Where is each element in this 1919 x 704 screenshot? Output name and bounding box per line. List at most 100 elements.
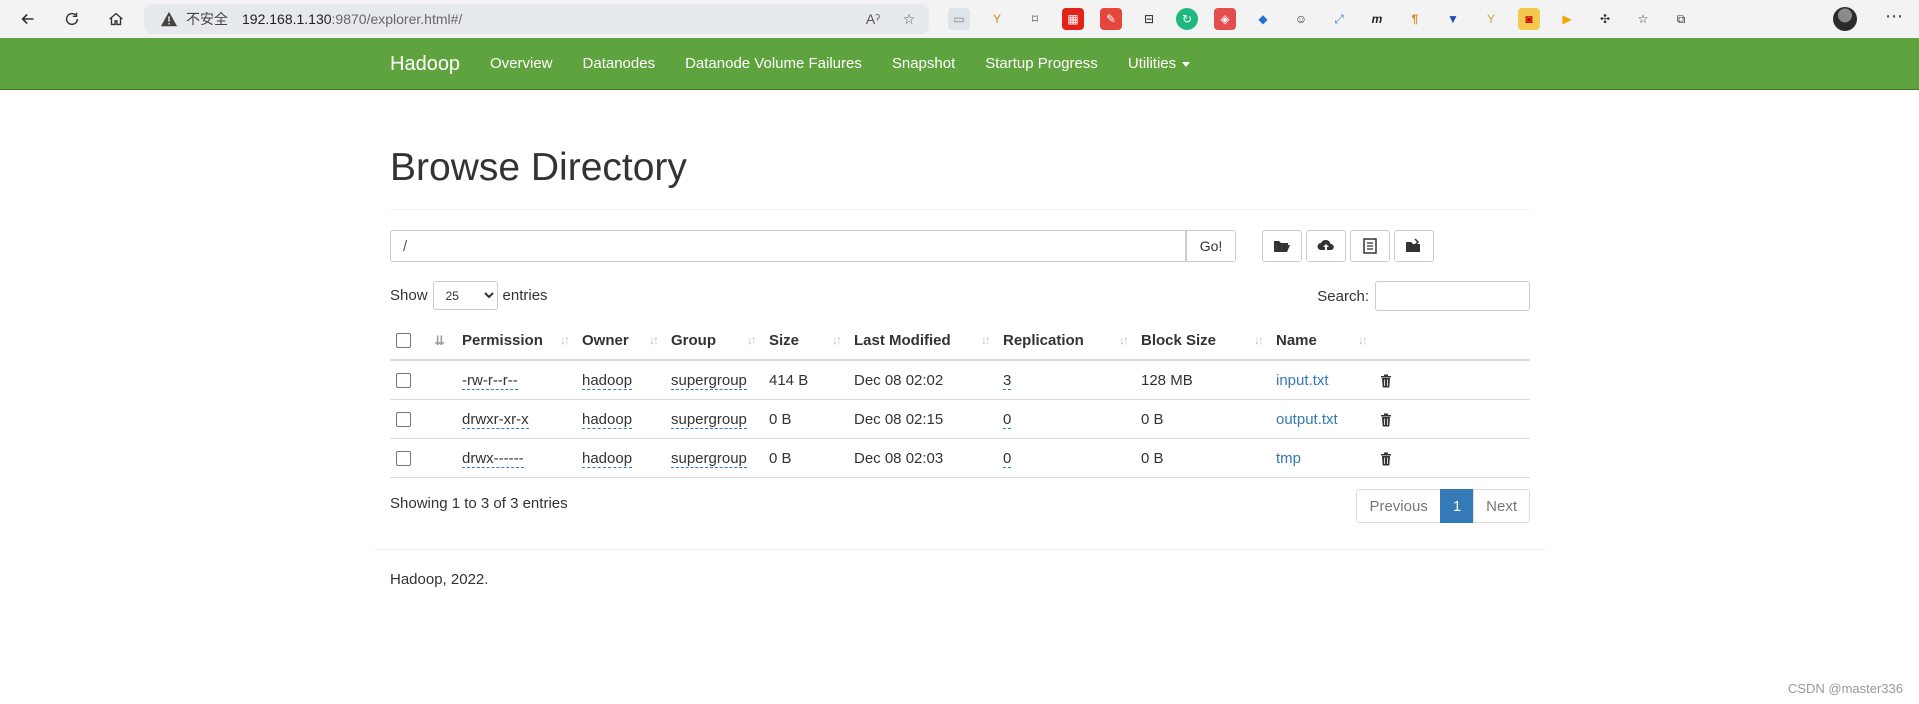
replication-value[interactable]: 3 (1003, 371, 1012, 390)
page-size-control: Show 25 entries (390, 281, 548, 310)
cut-paste-button[interactable] (1350, 230, 1390, 262)
extension-play-icon[interactable]: ▶ (1556, 8, 1578, 30)
sort-amount-icon: ⇊ (434, 332, 445, 348)
page-1-button[interactable]: 1 (1439, 489, 1475, 523)
empty-cell (428, 360, 456, 400)
cell-permission: drwxr-xr-x (456, 399, 576, 439)
cell-owner: hadoop (576, 438, 665, 478)
nav-overview[interactable]: Overview (490, 55, 553, 72)
back-icon[interactable] (14, 5, 42, 33)
extension-broom-icon[interactable]: ⤢ (1328, 8, 1350, 30)
owner-value[interactable]: hadoop (582, 371, 633, 390)
extension-cube-icon[interactable]: ◈ (1214, 8, 1236, 30)
extension-green-icon[interactable]: ↻ (1176, 8, 1198, 30)
add-favorite-icon[interactable]: ☆ (899, 9, 919, 29)
cell-replication: 0 (997, 399, 1135, 439)
row-checkbox[interactable] (396, 451, 411, 467)
profile-avatar[interactable] (1833, 7, 1857, 31)
file-name-link[interactable]: output.txt (1276, 411, 1338, 428)
brand-link[interactable]: Hadoop (390, 53, 460, 76)
header-size[interactable]: Size ↓↑ (763, 321, 848, 361)
extension-funnel-icon[interactable]: ▼ (1442, 8, 1464, 30)
cell-group: supergroup (665, 360, 763, 400)
sort-icon: ↓↑ (1119, 333, 1129, 347)
header-last-modified[interactable]: Last Modified ↓↑ (848, 321, 997, 361)
trash-icon[interactable] (1380, 374, 1392, 388)
cell-owner: hadoop (576, 360, 665, 400)
header-group[interactable]: Group ↓↑ (665, 321, 763, 361)
table-row: drwx------ hadoop supergroup 0 B Dec 08 … (390, 438, 1530, 478)
header-permission[interactable]: Permission ↓↑ (456, 321, 576, 361)
row-checkbox-cell (390, 399, 428, 439)
nav-datanodes[interactable]: Datanodes (583, 55, 656, 72)
extension-face-icon[interactable]: ☺ (1290, 8, 1312, 30)
extension-folder-icon[interactable]: ▭ (948, 8, 970, 30)
extension-pilcrow-icon[interactable]: ¶ (1404, 8, 1426, 30)
extension-y-icon[interactable]: Y (986, 8, 1008, 30)
extension-red-icon[interactable]: ▦ (1062, 8, 1084, 30)
header-block-size[interactable]: Block Size ↓↑ (1135, 321, 1270, 361)
header-owner[interactable]: Owner ↓↑ (576, 321, 665, 361)
search-input[interactable] (1375, 281, 1530, 311)
extension-m-icon[interactable]: m (1366, 8, 1388, 30)
file-name-link[interactable]: tmp (1276, 450, 1301, 467)
divider (390, 209, 1530, 210)
extension-y2-icon[interactable]: Y (1480, 8, 1502, 30)
go-button[interactable]: Go! (1186, 230, 1236, 262)
header-name[interactable]: Name ↓↑ (1270, 321, 1374, 361)
permission-value[interactable]: drwxr-xr-x (462, 410, 529, 429)
owner-value[interactable]: hadoop (582, 449, 633, 468)
bookmark-icon[interactable]: ⌑ (1024, 8, 1046, 30)
address-bar[interactable]: 不安全 192.168.1.130:9870/explorer.html#/ A… (144, 4, 929, 34)
cell-replication: 0 (997, 438, 1135, 478)
group-value[interactable]: supergroup (671, 371, 747, 390)
extension-badge-icon[interactable]: ◙ (1518, 8, 1540, 30)
extensions-icon[interactable]: ✣ (1594, 8, 1616, 30)
nav-volume-failures[interactable]: Datanode Volume Failures (685, 55, 862, 72)
nav-utilities-dropdown[interactable]: Utilities (1128, 55, 1191, 72)
search-control: Search: (1317, 281, 1530, 311)
row-checkbox[interactable] (396, 373, 411, 389)
folder-open-icon (1274, 241, 1290, 252)
row-checkbox[interactable] (396, 412, 411, 428)
sort-icon: ↓↑ (1254, 333, 1264, 347)
select-all-checkbox[interactable] (396, 333, 411, 349)
home-icon[interactable] (102, 5, 130, 33)
sort-column-header[interactable]: ⇊ (428, 321, 456, 361)
nav-snapshot[interactable]: Snapshot (892, 55, 955, 72)
extension-blue-icon[interactable]: ◆ (1252, 8, 1274, 30)
table-header-row: ⇊ Permission ↓↑ Owner ↓↑ Group ↓↑ Size ↓↑ La… (390, 321, 1530, 361)
replication-value[interactable]: 0 (1003, 449, 1012, 468)
more-menu-icon[interactable]: ⋯ (1885, 6, 1903, 27)
collections-icon[interactable]: ⧉ (1670, 8, 1692, 30)
group-value[interactable]: supergroup (671, 449, 747, 468)
page-size-select[interactable]: 25 (432, 281, 498, 310)
trash-icon[interactable] (1380, 452, 1392, 466)
header-replication[interactable]: Replication ↓↑ (997, 321, 1135, 361)
cell-name: input.txt (1270, 360, 1374, 400)
move-button[interactable] (1394, 230, 1434, 262)
favorites-icon[interactable]: ☆ (1632, 8, 1654, 30)
header-name-label: Name (1276, 331, 1317, 349)
sort-icon: ↓↑ (981, 333, 991, 347)
insecure-label: 不安全 (186, 12, 228, 28)
cell-last-modified: Dec 08 02:03 (848, 438, 997, 478)
previous-page-button[interactable]: Previous (1356, 489, 1441, 523)
group-value[interactable]: supergroup (671, 410, 747, 429)
nav-menu: Overview Datanodes Datanode Volume Failu… (490, 55, 1220, 72)
owner-value[interactable]: hadoop (582, 410, 633, 429)
replication-value[interactable]: 0 (1003, 410, 1012, 429)
extension-tool-icon[interactable]: ✎ (1100, 8, 1122, 30)
next-page-button[interactable]: Next (1473, 489, 1530, 523)
refresh-icon[interactable] (58, 5, 86, 33)
permission-value[interactable]: -rw-r--r-- (462, 371, 518, 390)
upload-button[interactable] (1306, 230, 1346, 262)
read-aloud-icon[interactable]: Aˀ (863, 9, 883, 29)
nav-startup-progress[interactable]: Startup Progress (985, 55, 1098, 72)
permission-value[interactable]: drwx------ (462, 449, 524, 468)
directory-path-input[interactable] (390, 230, 1186, 262)
create-directory-button[interactable] (1262, 230, 1302, 262)
file-name-link[interactable]: input.txt (1276, 372, 1329, 389)
extension-scan-icon[interactable]: ⊟ (1138, 8, 1160, 30)
trash-icon[interactable] (1380, 413, 1392, 427)
